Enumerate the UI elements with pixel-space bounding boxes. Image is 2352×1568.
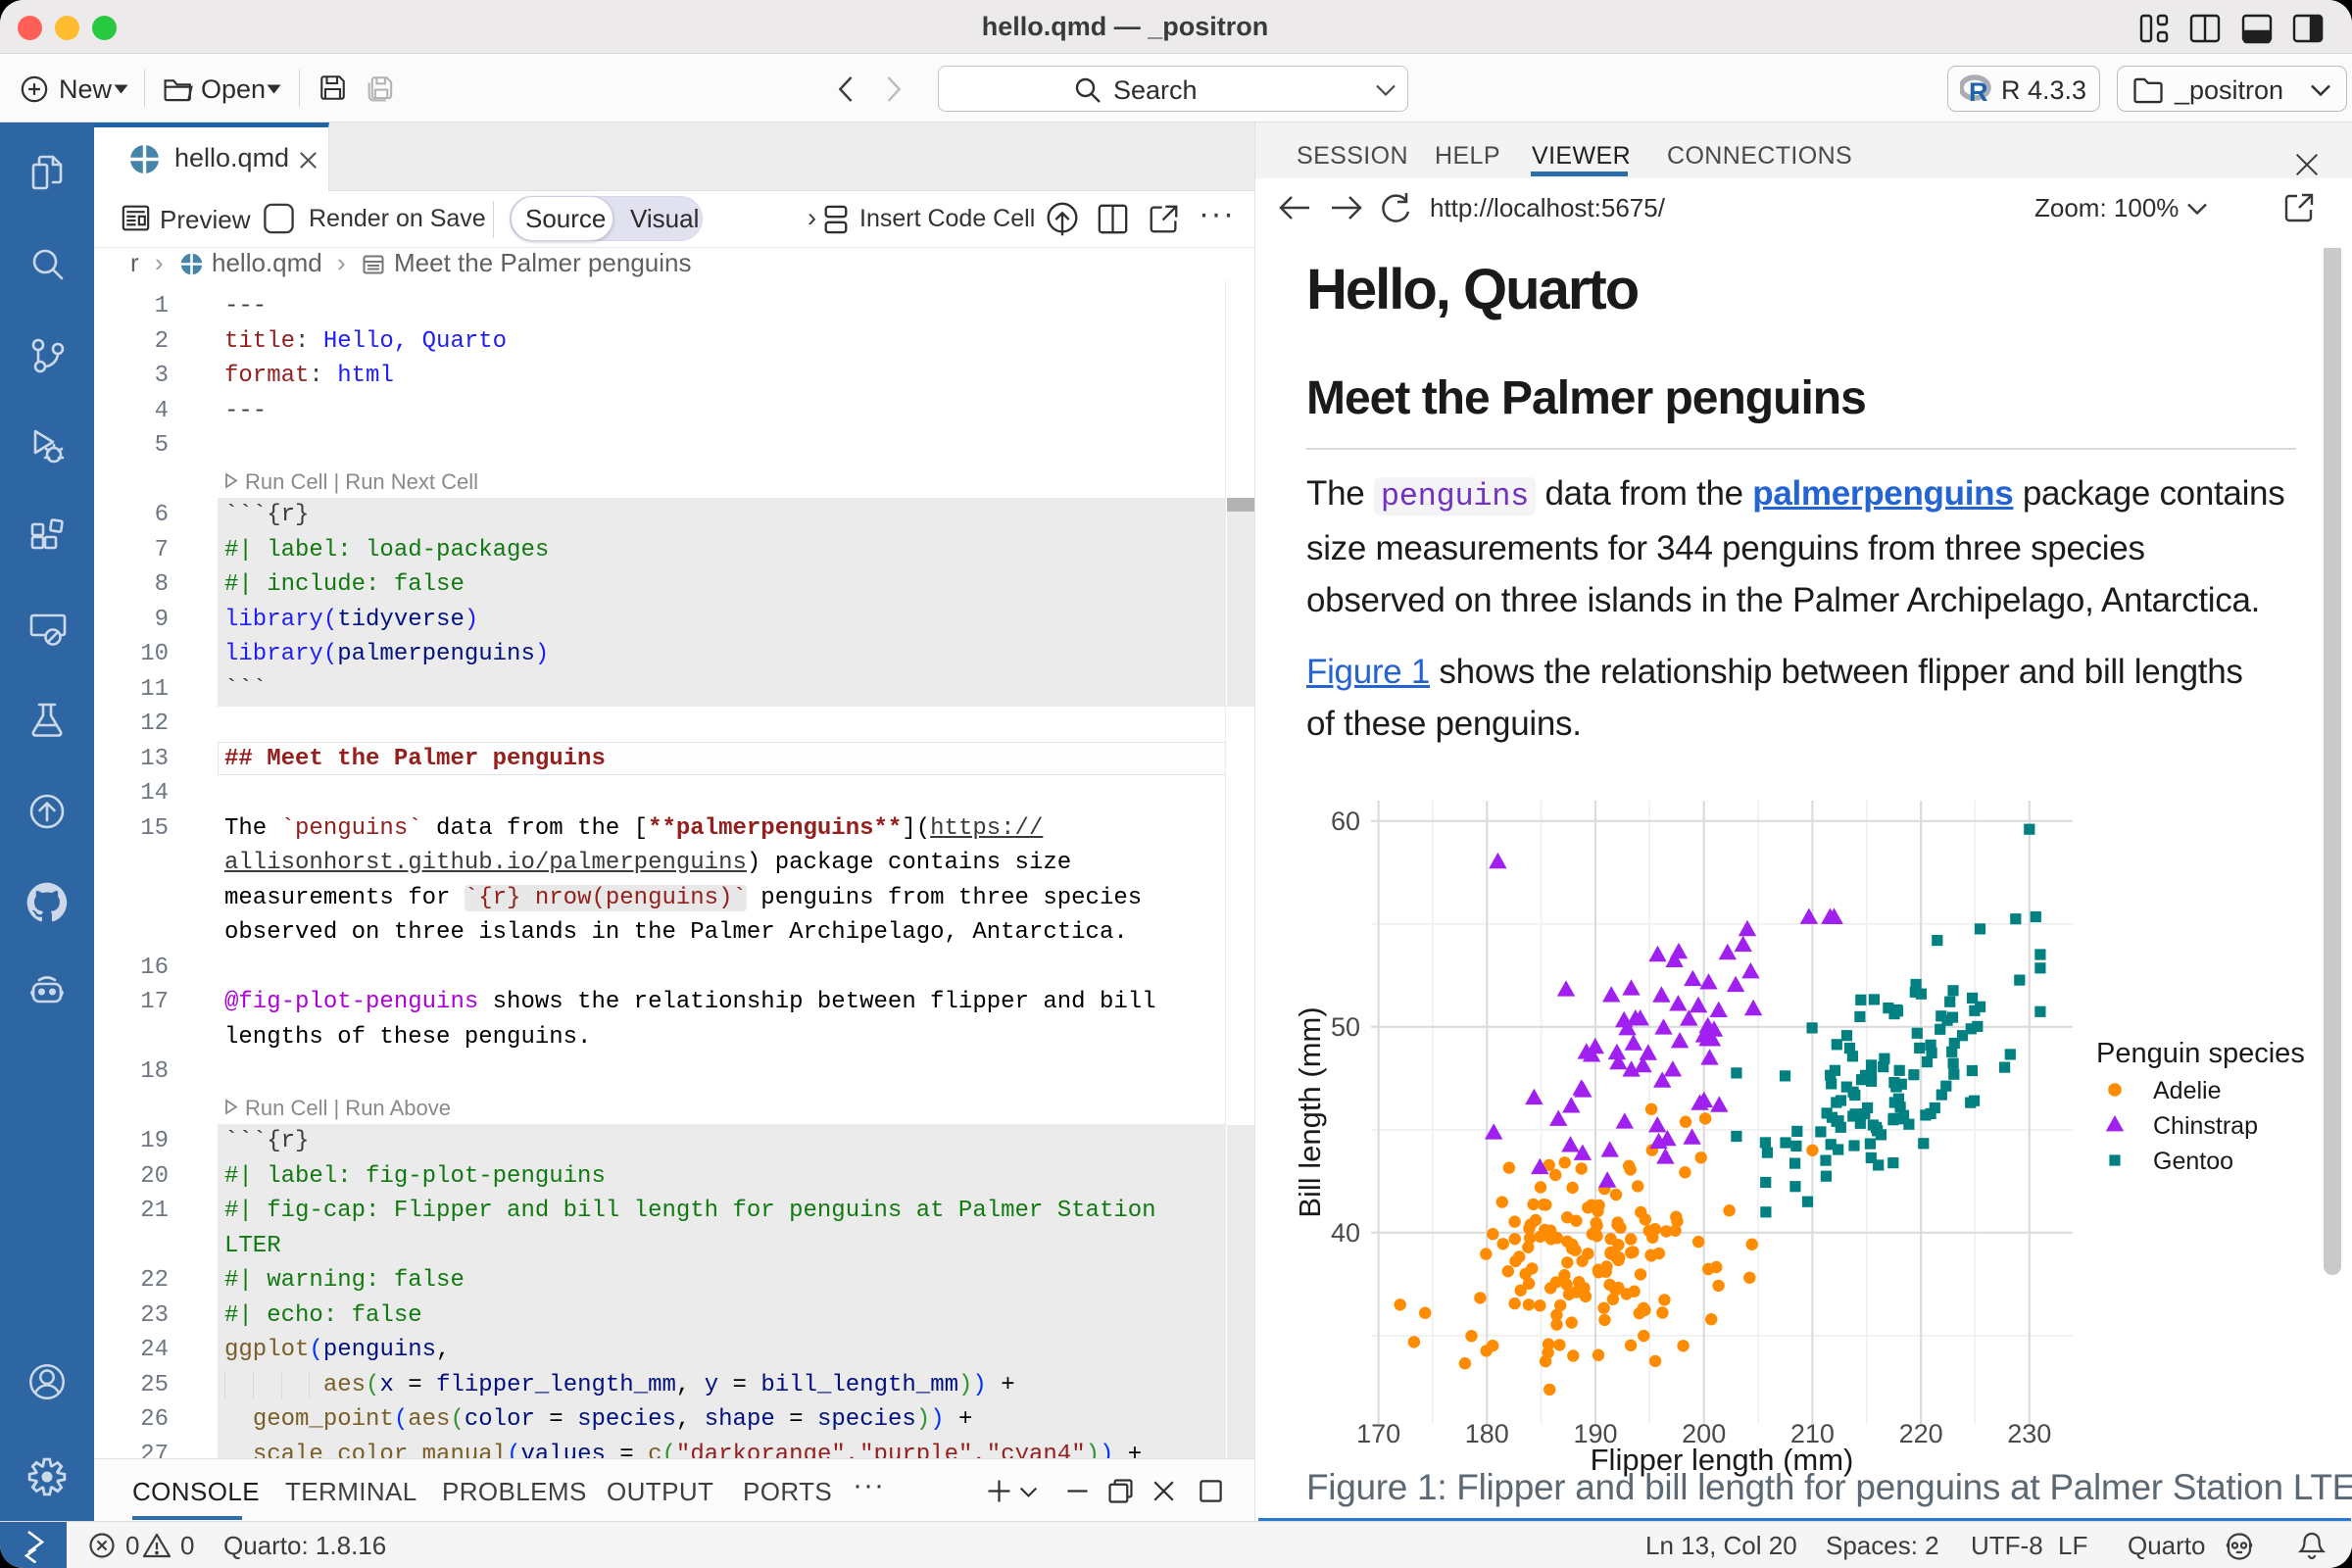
svg-text:180: 180 — [1465, 1419, 1509, 1448]
svg-text:R: R — [1969, 77, 1988, 104]
svg-text:Chinstrap: Chinstrap — [2153, 1112, 2258, 1140]
svg-text:60: 60 — [1331, 807, 1360, 836]
svg-text:Penguin species: Penguin species — [2096, 1038, 2305, 1069]
svg-text:170: 170 — [1356, 1419, 1400, 1448]
svg-text:220: 220 — [1899, 1419, 1943, 1448]
svg-text:Bill length (mm): Bill length (mm) — [1293, 1006, 1327, 1217]
svg-text:40: 40 — [1331, 1218, 1360, 1248]
svg-text:50: 50 — [1331, 1012, 1360, 1042]
svg-text:230: 230 — [2007, 1419, 2051, 1448]
svg-text:Adelie: Adelie — [2153, 1077, 2222, 1104]
svg-text:Gentoo: Gentoo — [2153, 1148, 2233, 1175]
